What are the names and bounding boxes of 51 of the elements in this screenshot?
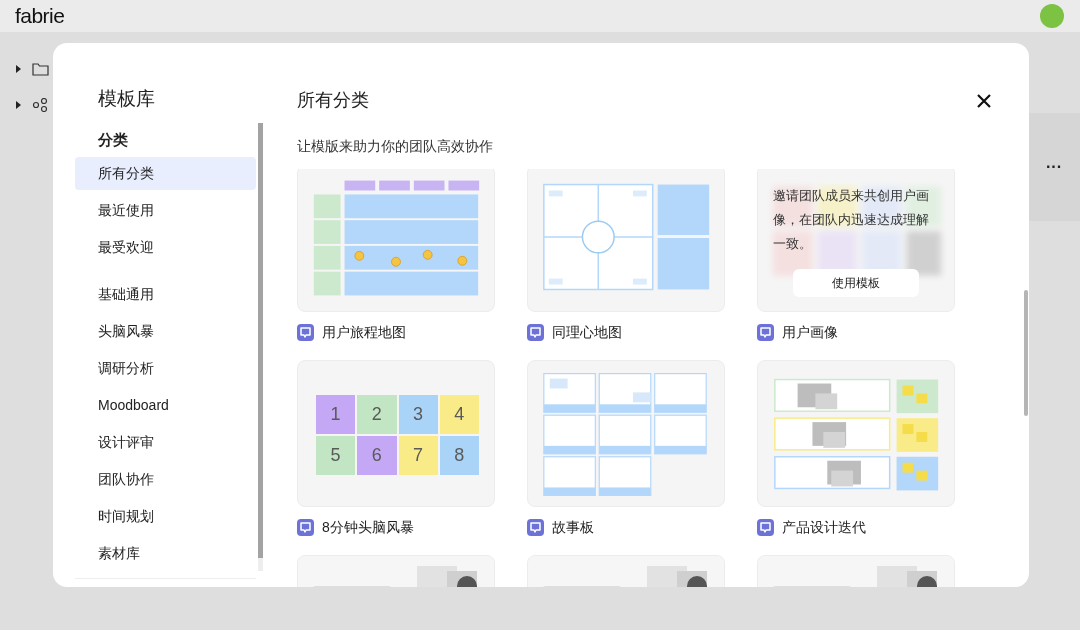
template-card[interactable]: 邀请团队成员来共创用户画像，在团队内迅速达成理解一致。 使用模板 (757, 169, 955, 312)
board-icon (757, 323, 774, 341)
template-name[interactable]: 故事板 (552, 516, 594, 538)
board-icon (297, 323, 314, 341)
category-item[interactable]: 时间规划 (75, 500, 256, 533)
section-label: 分类 (97, 129, 129, 150)
sticky-note: 3 (397, 394, 439, 435)
scrollbar-thumb[interactable] (1024, 290, 1028, 416)
category-item[interactable]: 素材库 (75, 537, 256, 570)
category-item[interactable]: 基础通用 (75, 278, 256, 311)
template-card[interactable] (527, 169, 725, 312)
sticky-note: 5 (315, 435, 357, 476)
board-icon (527, 518, 544, 536)
template-name[interactable]: 用户旅程地图 (322, 321, 406, 343)
sticky-note: 8 (438, 435, 480, 476)
use-template-button[interactable]: 使用模板 (793, 269, 919, 297)
more-button[interactable]: ··· (1046, 155, 1062, 179)
category-item[interactable]: 团队协作 (75, 463, 256, 496)
sticky-note: 7 (397, 435, 439, 476)
app-logo: fabrie (15, 3, 65, 30)
category-item[interactable]: 所有分类 (75, 157, 256, 190)
content-subtitle: 让模版来助力你的团队高效协作 (297, 137, 494, 156)
board-icon (297, 518, 314, 536)
sticky-note: 6 (356, 435, 398, 476)
category-item[interactable]: 最受欢迎 (75, 231, 256, 264)
content-heading: 所有分类 (297, 89, 369, 112)
sticky-note: 1 (315, 394, 357, 435)
category-item[interactable]: 调研分析 (75, 352, 256, 385)
sticky-note: 2 (356, 394, 398, 435)
template-name[interactable]: 同理心地图 (552, 321, 622, 343)
category-item[interactable]: 设计评审 (75, 426, 256, 459)
template-card[interactable]: 1 2 3 4 5 6 7 8 (297, 360, 495, 507)
template-card[interactable] (297, 169, 495, 312)
template-card[interactable] (757, 360, 955, 507)
board-icon (757, 518, 774, 536)
category-item[interactable]: 最近使用 (75, 194, 256, 227)
board-icon (527, 323, 544, 341)
template-description: 邀请团队成员来共创用户画像，在团队内迅速达成理解一致。 (773, 187, 930, 253)
category-item[interactable]: 头脑风暴 (75, 315, 256, 348)
user-avatar[interactable] (1040, 4, 1064, 28)
close-icon[interactable] (977, 93, 991, 108)
scrollbar-thumb[interactable] (258, 123, 263, 558)
folder-icon[interactable] (16, 62, 50, 76)
template-name[interactable]: 产品设计迭代 (782, 516, 866, 538)
share-icon[interactable] (16, 98, 50, 112)
template-card[interactable] (527, 360, 725, 507)
category-item[interactable]: Moodboard (75, 389, 256, 422)
template-name[interactable]: 8分钟头脑风暴 (322, 516, 414, 538)
dialog-title: 模板库 (97, 87, 156, 111)
sticky-note: 4 (438, 394, 480, 435)
template-name[interactable]: 用户画像 (782, 321, 838, 343)
